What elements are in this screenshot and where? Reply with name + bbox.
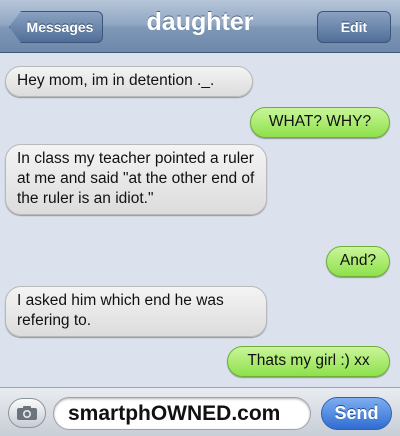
message-bubble-incoming: Hey mom, im in detention ._. bbox=[5, 66, 253, 97]
message-bubble-incoming: I asked him which end he was refering to… bbox=[5, 286, 267, 337]
camera-icon bbox=[17, 406, 37, 420]
message-bubble-outgoing: WHAT? WHY? bbox=[250, 107, 390, 138]
compose-bar: smartphOWNED.com Send bbox=[0, 387, 400, 436]
message-bubble-outgoing: Thats my girl :) xx bbox=[227, 346, 390, 377]
nav-bar: Messages daughter Edit bbox=[0, 0, 400, 53]
message-bubble-outgoing: And? bbox=[326, 246, 390, 277]
send-button[interactable]: Send bbox=[321, 397, 392, 430]
edit-button[interactable]: Edit bbox=[317, 11, 391, 43]
camera-button[interactable] bbox=[8, 398, 46, 428]
message-bubble-incoming: In class my teacher pointed a ruler at m… bbox=[5, 144, 267, 215]
message-input[interactable]: smartphOWNED.com bbox=[53, 397, 311, 430]
